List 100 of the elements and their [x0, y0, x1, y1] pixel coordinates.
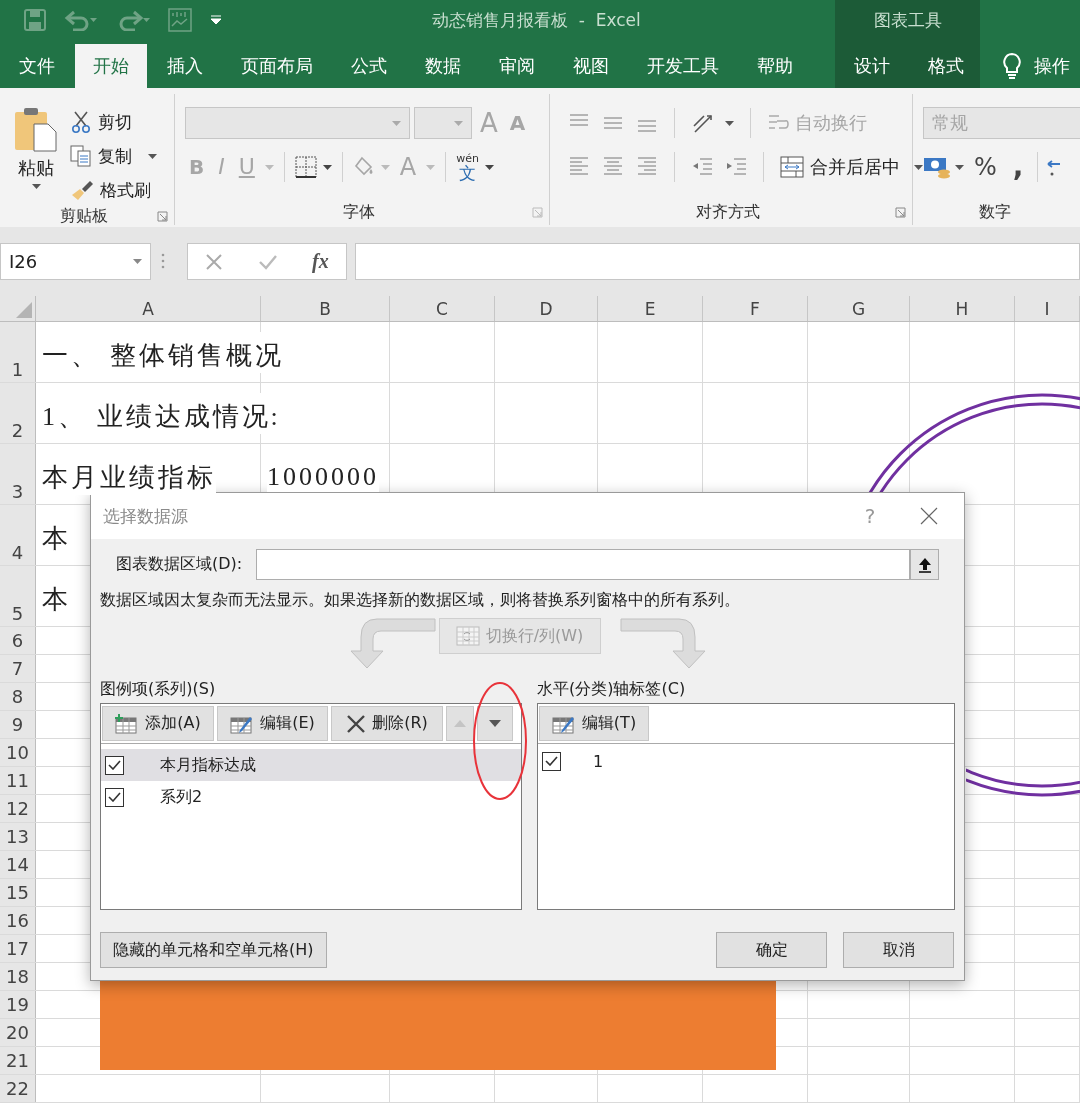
row-header[interactable]: 22	[0, 1075, 36, 1102]
row-header[interactable]: 6	[0, 627, 36, 654]
comma-button[interactable]: ,	[1006, 153, 1030, 181]
ribbon-tab[interactable]: 公式	[333, 44, 405, 88]
row-header[interactable]: 1	[0, 322, 36, 382]
align-right-icon[interactable]	[636, 156, 658, 178]
axis-item[interactable]: 1	[538, 745, 954, 777]
format-painter-button[interactable]: 格式刷	[70, 174, 157, 206]
increase-indent-icon[interactable]	[725, 156, 747, 178]
ribbon-tab[interactable]: 文件	[1, 44, 73, 88]
copy-button[interactable]: 复制	[70, 140, 157, 172]
column-header[interactable]: H	[910, 296, 1014, 321]
row-header[interactable]: 8	[0, 683, 36, 710]
ribbon-tab[interactable]: 帮助	[739, 44, 811, 88]
column-header[interactable]: F	[703, 296, 807, 321]
merge-center-button[interactable]: 合并后居中	[780, 151, 923, 183]
paste-button[interactable]: 粘贴	[10, 106, 62, 206]
row-header[interactable]: 10	[0, 739, 36, 766]
ribbon-tab[interactable]: 格式	[910, 44, 982, 88]
row-header[interactable]: 11	[0, 767, 36, 794]
row-header[interactable]: 13	[0, 823, 36, 850]
dialog-launcher-icon[interactable]	[157, 211, 168, 222]
group-title: 字体	[343, 201, 375, 223]
column-header[interactable]: I	[1015, 296, 1079, 321]
row-header[interactable]: 9	[0, 711, 36, 738]
delete-button[interactable]: 删除(R)	[331, 706, 443, 741]
collapse-dialog-button[interactable]	[910, 549, 939, 580]
align-left-icon[interactable]	[568, 156, 590, 178]
checkbox[interactable]	[105, 755, 124, 775]
edit-button[interactable]: 编辑(T)	[539, 706, 649, 741]
column-header[interactable]: B	[261, 296, 389, 321]
save-icon[interactable]	[24, 9, 46, 31]
ribbon-tab[interactable]: 数据	[407, 44, 479, 88]
row-header[interactable]: 19	[0, 991, 36, 1018]
decrease-indent-icon[interactable]	[691, 156, 713, 178]
dialog-launcher-icon[interactable]	[895, 206, 906, 218]
caret-icon[interactable]	[914, 164, 923, 170]
column-header[interactable]: G	[808, 296, 909, 321]
column-header[interactable]: A	[36, 296, 260, 321]
row-header[interactable]: 12	[0, 795, 36, 822]
edit-button[interactable]: 编辑(E)	[217, 706, 328, 741]
row-header[interactable]: 21	[0, 1047, 36, 1074]
row-header[interactable]: 2	[0, 383, 36, 443]
chart-icon[interactable]	[168, 8, 192, 32]
ribbon-tab[interactable]: 视图	[555, 44, 627, 88]
ok-button[interactable]: 确定	[716, 932, 827, 968]
text-angle-icon[interactable]	[691, 112, 713, 134]
currency-icon[interactable]	[923, 155, 951, 179]
insert-function-button[interactable]: fx	[312, 250, 329, 273]
lightbulb-icon	[1002, 52, 1022, 80]
checkbox[interactable]	[105, 787, 124, 807]
ribbon-tab[interactable]: 设计	[836, 44, 908, 88]
caret-icon[interactable]	[148, 153, 157, 159]
cancel-button[interactable]: 取消	[843, 932, 954, 968]
select-all-corner[interactable]	[0, 296, 36, 321]
dialog-launcher-icon[interactable]	[532, 206, 543, 218]
caret-icon[interactable]	[725, 120, 734, 126]
cancel-icon[interactable]	[205, 252, 224, 271]
series-item[interactable]: 系列2	[101, 781, 521, 813]
align-center-icon[interactable]	[602, 156, 624, 178]
caret-icon[interactable]	[322, 164, 332, 170]
hidden-cells-button[interactable]: 隐藏的单元格和空单元格(H)	[100, 932, 327, 968]
column-header[interactable]: E	[598, 296, 702, 321]
name-box[interactable]: I26	[0, 243, 151, 280]
ribbon-tab[interactable]: 开发工具	[629, 44, 737, 88]
caret-icon[interactable]	[955, 164, 964, 170]
font-size-combo[interactable]	[414, 107, 472, 139]
borders-icon[interactable]	[294, 156, 317, 178]
data-range-field[interactable]	[256, 549, 910, 580]
row-header[interactable]: 20	[0, 1019, 36, 1046]
column-header[interactable]: C	[390, 296, 494, 321]
undo-icon[interactable]	[64, 9, 98, 31]
caret-icon[interactable]	[485, 164, 495, 170]
row-header[interactable]: 15	[0, 879, 36, 906]
row-header[interactable]: 14	[0, 851, 36, 878]
row-header[interactable]: 17	[0, 935, 36, 962]
add-button[interactable]: 添加(A)	[102, 706, 214, 741]
series-item[interactable]: 本月指标达成	[101, 749, 521, 781]
row-header[interactable]: 5	[0, 566, 36, 626]
row-header[interactable]: 3	[0, 444, 36, 504]
ribbon-tab[interactable]: 开始	[75, 44, 147, 88]
row-header[interactable]: 16	[0, 907, 36, 934]
column-header[interactable]: D	[495, 296, 597, 321]
row-header[interactable]: 18	[0, 963, 36, 990]
ribbon-tab[interactable]: 插入	[149, 44, 221, 88]
cut-button[interactable]: 剪切	[70, 106, 157, 138]
row-header[interactable]: 4	[0, 505, 36, 565]
tell-me-text[interactable]: 操作	[1034, 54, 1070, 78]
close-button[interactable]	[920, 507, 938, 525]
paint-bucket-icon[interactable]	[352, 156, 375, 178]
formula-input[interactable]	[355, 243, 1080, 280]
row-header[interactable]: 7	[0, 655, 36, 682]
percent-button[interactable]: %	[968, 153, 1003, 181]
ribbon-tab[interactable]: 页面布局	[223, 44, 331, 88]
ribbon-tab[interactable]: 审阅	[481, 44, 553, 88]
checkbox[interactable]	[542, 751, 561, 771]
caret-icon[interactable]	[31, 184, 41, 189]
move-down-button[interactable]	[477, 706, 513, 741]
add-table-icon	[115, 713, 140, 734]
customize-caret-icon[interactable]	[210, 15, 222, 25]
